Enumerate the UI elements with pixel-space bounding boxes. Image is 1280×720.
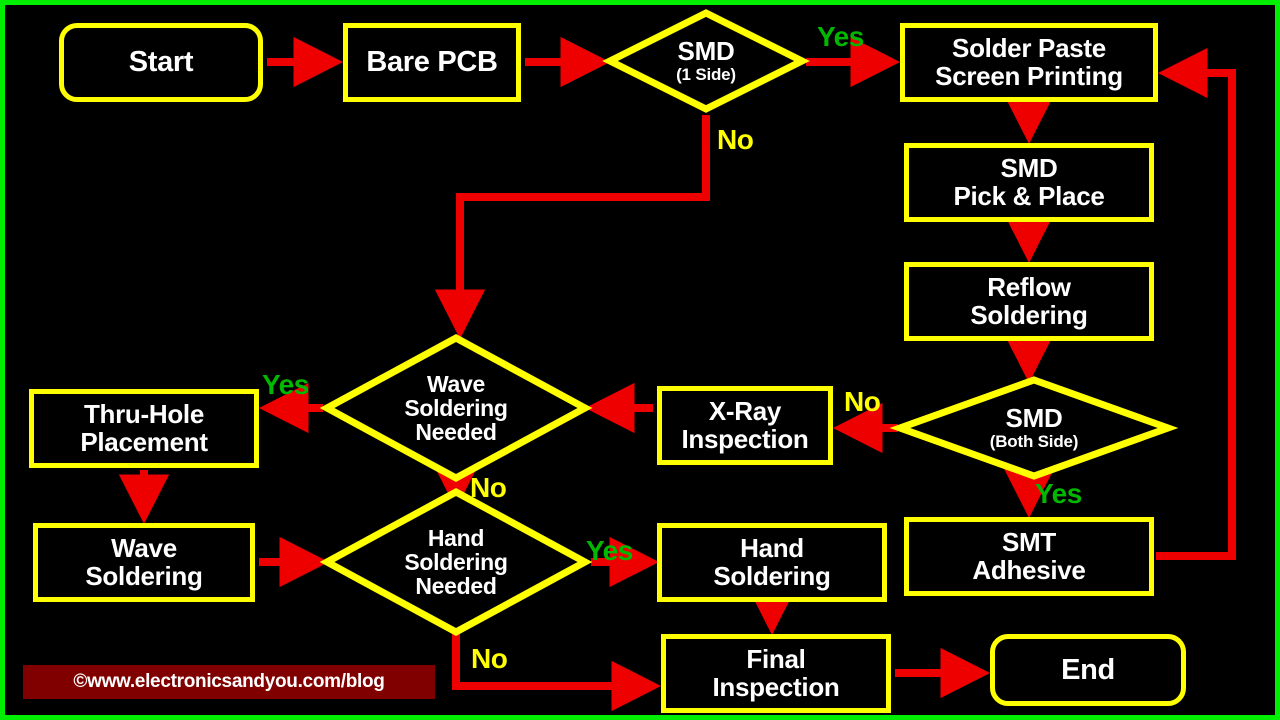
decision-smd-both-side <box>889 376 1179 480</box>
node-thru-hole-placement[interactable]: Thru-Hole Placement <box>29 389 259 468</box>
node-smd-pick-and-place[interactable]: SMD Pick & Place <box>904 143 1154 222</box>
decision-smd-1-side <box>602 9 810 113</box>
decision-wave-needed-line2: Soldering <box>404 394 508 421</box>
node-bare-pcb-label: Bare PCB <box>366 46 498 79</box>
decision-smd-both-side-title: SMD <box>1005 403 1063 434</box>
node-reflow-soldering[interactable]: Reflow Soldering <box>904 262 1154 341</box>
edge-smd1-no-to-waveneeded <box>434 115 710 340</box>
decision-hand-soldering-needed <box>319 488 593 636</box>
node-end-label: End <box>1061 653 1115 686</box>
node-pick-place-line2: Pick & Place <box>953 180 1105 211</box>
decision-smd-1-side-title: SMD <box>677 36 735 67</box>
node-start[interactable]: Start <box>59 23 263 102</box>
edge-label-yes-hand-soldering-needed: Yes <box>586 535 633 566</box>
node-wave-soldering[interactable]: Wave Soldering <box>33 523 255 602</box>
connector-layer <box>118 9 1236 712</box>
decision-wave-soldering-needed <box>319 334 593 482</box>
decision-wave-soldering-needed-text[interactable]: Wave Soldering Needed <box>327 338 585 478</box>
decision-smd-1-side-sub: (1 Side) <box>676 64 736 84</box>
decision-hand-needed-line1: Hand <box>427 524 485 551</box>
node-pick-place-line1: SMD <box>1000 153 1058 184</box>
edge-label-no-smd-both-side: No <box>844 386 881 417</box>
node-solder-paste-line1: Solder Paste <box>952 33 1106 64</box>
node-final-inspection-line1: Final <box>746 644 806 675</box>
node-wave-soldering-line1: Wave <box>111 533 177 564</box>
edge-label-no-hand-soldering-needed: No <box>471 643 508 674</box>
edge-label-no-wave-soldering-needed: No <box>470 472 507 503</box>
node-xray-line1: X-Ray <box>708 396 782 427</box>
node-reflow-line1: Reflow <box>987 272 1071 303</box>
node-final-inspection-line2: Inspection <box>712 671 840 702</box>
node-solder-paste-line2: Screen Printing <box>935 60 1123 91</box>
node-smt-adhesive-line2: Adhesive <box>972 554 1086 585</box>
node-smt-adhesive-line1: SMT <box>1002 527 1056 558</box>
node-xray-line2: Inspection <box>681 423 809 454</box>
flowchart-canvas: Start Bare PCB Solder Paste Screen Print… <box>0 0 1280 720</box>
node-bare-pcb[interactable]: Bare PCB <box>343 23 521 102</box>
decision-smd-both-side-text[interactable]: SMD (Both Side) <box>900 380 1168 476</box>
edge-label-yes-smd-1-side: Yes <box>817 21 864 52</box>
decision-wave-needed-line1: Wave <box>426 370 486 397</box>
node-reflow-line2: Soldering <box>970 299 1088 330</box>
decision-hand-needed-line2: Soldering <box>404 548 508 575</box>
decision-smd-both-side-sub: (Both Side) <box>989 431 1079 451</box>
watermark-credit: ©www.electronicsandyou.com/blog <box>23 665 435 699</box>
node-thru-hole-line1: Thru-Hole <box>83 399 205 430</box>
edge-label-yes-wave-soldering-needed: Yes <box>262 369 309 400</box>
node-hand-soldering[interactable]: Hand Soldering <box>657 523 887 602</box>
node-start-label: Start <box>128 46 194 79</box>
edge-smt-to-solderpaste-loop <box>1156 47 1236 560</box>
edge-label-yes-smd-both-side: Yes <box>1035 478 1082 509</box>
node-smt-adhesive[interactable]: SMT Adhesive <box>904 517 1154 596</box>
decision-smd-1-side-text[interactable]: SMD (1 Side) <box>610 13 802 109</box>
node-wave-soldering-line2: Soldering <box>85 560 203 591</box>
decision-hand-needed-line3: Needed <box>415 573 497 600</box>
node-final-inspection[interactable]: Final Inspection <box>661 634 891 713</box>
node-hand-soldering-line2: Soldering <box>713 560 831 591</box>
node-thru-hole-line2: Placement <box>80 426 208 457</box>
node-solder-paste-screen-printing[interactable]: Solder Paste Screen Printing <box>900 23 1158 102</box>
node-end[interactable]: End <box>990 634 1186 706</box>
node-hand-soldering-line1: Hand <box>740 533 804 564</box>
node-xray-inspection[interactable]: X-Ray Inspection <box>657 386 833 465</box>
decision-wave-needed-line3: Needed <box>415 419 497 446</box>
edge-label-no-smd-1-side: No <box>717 124 754 155</box>
decision-hand-soldering-needed-text[interactable]: Hand Soldering Needed <box>327 492 585 632</box>
